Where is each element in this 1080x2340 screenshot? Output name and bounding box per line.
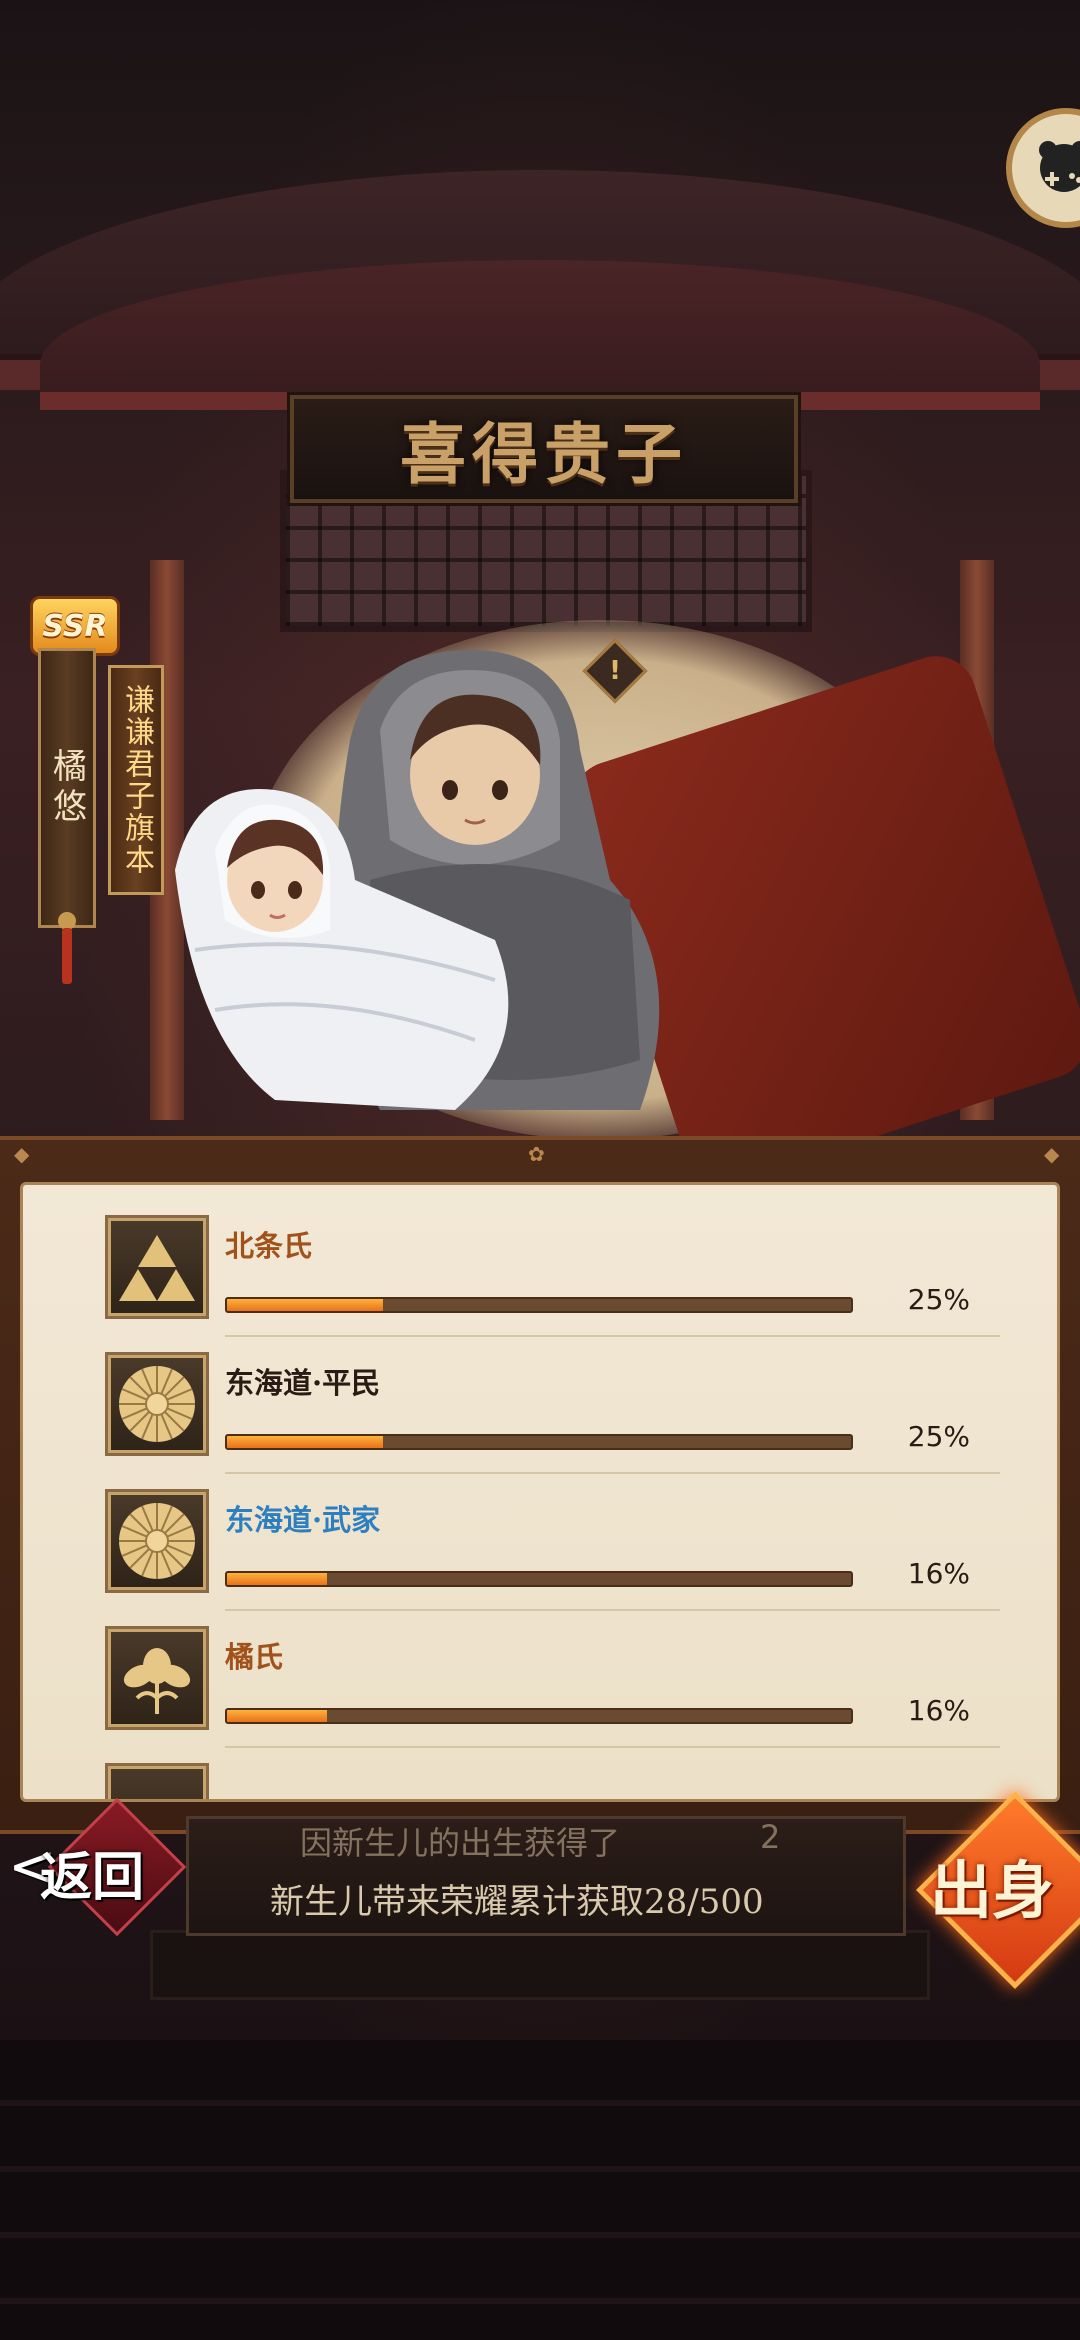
- tassel: [62, 928, 72, 984]
- crest-icon: [105, 1763, 209, 1799]
- origin-progress-bar: [225, 1297, 853, 1313]
- origin-progress-fill: [227, 1436, 383, 1448]
- gamepad-icon: [1039, 141, 1080, 192]
- shrine-steps: [0, 2040, 1080, 2340]
- tachibana-crest-icon: [105, 1626, 209, 1730]
- origin-row-4: 橘氏 16%: [83, 1596, 1018, 1748]
- child-rank-banner: 谦谦君子旗本: [108, 665, 164, 895]
- info-birth-count: 2: [760, 1818, 781, 1856]
- origin-row-5-partial: [83, 1733, 1018, 1799]
- exclamation-icon: !: [609, 656, 621, 686]
- origin-button-label[interactable]: 出身: [930, 1840, 1054, 1930]
- origin-name: 东海道·武家: [225, 1503, 381, 1537]
- panel-ornament-center: ✿: [528, 1142, 545, 1166]
- origin-percent: 25%: [907, 1420, 970, 1453]
- panel-ornament-right: ◆: [1044, 1142, 1060, 1166]
- child-rank-title: 谦谦君子旗本: [119, 684, 154, 876]
- origin-name: 橘氏: [225, 1640, 284, 1674]
- chrysanthemum-crest-icon: [105, 1352, 209, 1456]
- origin-name: 东海道·平民: [225, 1366, 381, 1400]
- child-name: 橘悠: [46, 748, 87, 828]
- origin-progress-fill: [227, 1710, 327, 1722]
- page-title: 喜得贵子: [400, 415, 688, 493]
- info-line-glory-progress: 新生儿带来荣耀累计获取28/500: [270, 1882, 764, 1922]
- chrysanthemum-crest-icon: [105, 1489, 209, 1593]
- origin-row-3: 东海道·武家 16%: [83, 1459, 1018, 1611]
- rarity-badge: SSR: [30, 596, 120, 656]
- origin-percent: 16%: [907, 1557, 970, 1590]
- plaque-stand: [150, 1930, 930, 2000]
- back-button-label[interactable]: 返回: [40, 1835, 144, 1910]
- title-plaque: 喜得贵子: [290, 395, 798, 503]
- origin-progress-bar: [225, 1571, 853, 1587]
- origin-name: 北条氏: [225, 1229, 313, 1263]
- origin-list[interactable]: 北条氏 25% 东海道·平民 25% 东海道·武家 16% 橘氏 16%: [20, 1182, 1060, 1802]
- origin-progress-bar: [225, 1434, 853, 1450]
- origin-percent: 25%: [907, 1283, 970, 1316]
- origin-row-2: 东海道·平民 25%: [83, 1322, 1018, 1474]
- origin-progress-bar: [225, 1708, 853, 1724]
- origin-progress-fill: [227, 1299, 383, 1311]
- origin-percent: 16%: [907, 1694, 970, 1727]
- panel-ornament-left: ◆: [14, 1142, 30, 1166]
- baby-illustration-white: [175, 789, 509, 1110]
- info-line-birth-reward: 因新生儿的出生获得了: [300, 1824, 621, 1862]
- origin-row-1: 北条氏 25%: [83, 1185, 1018, 1337]
- child-name-banner: 橘悠: [38, 648, 96, 928]
- origin-progress-fill: [227, 1573, 327, 1585]
- triforce-crest-icon: [105, 1215, 209, 1319]
